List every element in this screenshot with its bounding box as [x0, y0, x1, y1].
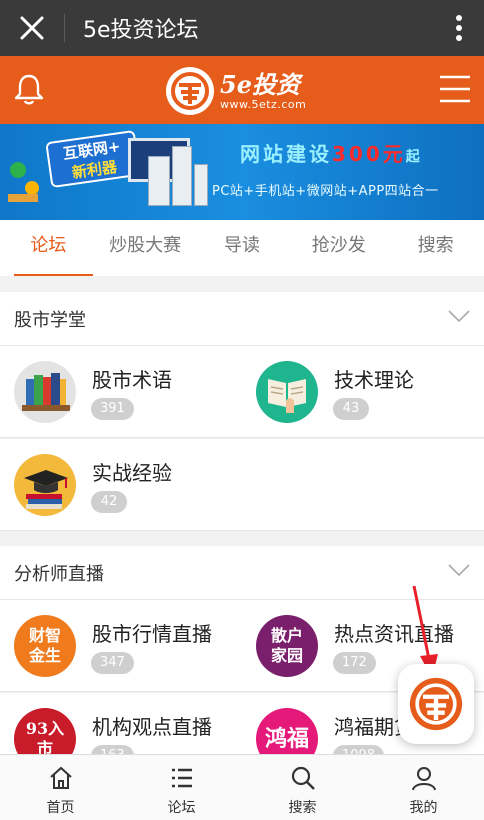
caizhi-logo-icon: 财智金生	[14, 615, 76, 677]
forum-name: 股市术语	[92, 368, 172, 392]
tab-bar: 论坛 炒股大赛 导读 抢沙发 搜索	[0, 220, 484, 276]
brand-name: 5e投资	[220, 69, 300, 99]
more-vertical-icon	[456, 15, 462, 41]
post-count-badge: 42	[91, 491, 127, 513]
forum-item-terms[interactable]: 股市术语 391	[0, 346, 242, 438]
forum-name: 技术理论	[334, 368, 414, 392]
site-logo[interactable]: 5e投资 www.5etz.com	[166, 66, 316, 116]
nav-label: 论坛	[167, 800, 196, 816]
nav-home[interactable]: 首页	[0, 755, 121, 820]
tab-search[interactable]: 搜索	[387, 220, 484, 276]
search-icon	[291, 766, 315, 790]
app-bar: 5e投资论坛	[0, 0, 484, 56]
bell-icon[interactable]	[12, 72, 46, 106]
nav-forum[interactable]: 论坛	[121, 755, 242, 820]
post-count-badge: 172	[333, 652, 376, 674]
section-title: 分析师直播	[14, 563, 104, 585]
nav-label: 首页	[46, 800, 75, 816]
building-illustration	[148, 156, 170, 206]
promo-banner[interactable]: 互联网+ 新利器 网站建设300元起 PC站+手机站+微网站+APP四站合一	[0, 124, 484, 220]
wechat-icon	[8, 162, 39, 202]
close-button[interactable]	[0, 0, 64, 56]
forum-item-market-live[interactable]: 财智金生 股市行情直播 347	[0, 600, 242, 692]
logo-mark	[166, 67, 214, 115]
brand-url: www.5etz.com	[220, 97, 307, 111]
chevron-down-icon	[448, 564, 470, 577]
forum-name: 股市行情直播	[92, 622, 212, 646]
nav-label: 搜索	[288, 800, 317, 816]
user-icon	[411, 767, 436, 791]
logo-coin-icon	[171, 72, 209, 110]
section-title: 股市学堂	[14, 309, 86, 331]
more-button[interactable]	[434, 0, 484, 56]
promo-badge: 互联网+ 新利器	[45, 129, 141, 189]
close-icon	[20, 16, 44, 40]
open-book-icon	[256, 361, 318, 423]
chevron-down-icon	[448, 310, 470, 323]
menu-icon[interactable]	[438, 74, 472, 104]
floating-logo-button[interactable]	[398, 664, 474, 744]
nav-search[interactable]: 搜索	[242, 755, 363, 820]
tab-stock-contest[interactable]: 炒股大赛	[97, 220, 194, 276]
forum-item-theory[interactable]: 技术理论 43	[242, 346, 484, 438]
post-count-badge: 43	[333, 398, 369, 420]
forum-name: 机构观点直播	[92, 715, 212, 739]
divider	[64, 14, 65, 42]
post-count-badge: 347	[91, 652, 134, 674]
site-header: 5e投资 www.5etz.com	[0, 56, 484, 124]
banner-subline: PC站+手机站+微网站+APP四站合一	[212, 184, 439, 199]
forum-item-experience[interactable]: 实战经验 42	[0, 439, 242, 531]
home-icon	[49, 766, 72, 789]
forum-name: 实战经验	[92, 461, 172, 485]
sanhu-logo-icon: 散户家园	[256, 615, 318, 677]
list-icon	[171, 768, 192, 788]
window-title: 5e投资论坛	[83, 18, 199, 43]
tab-guide[interactable]: 导读	[194, 220, 291, 276]
tab-first-reply[interactable]: 抢沙发	[290, 220, 387, 276]
graduation-cap-icon	[14, 454, 76, 516]
post-count-badge: 391	[91, 398, 134, 420]
bottom-nav: 首页 论坛 搜索 我的	[0, 754, 484, 820]
logo-coin-icon	[409, 677, 463, 731]
section-header-stock-school[interactable]: 股市学堂	[0, 292, 484, 346]
nav-label: 我的	[409, 800, 438, 816]
tab-forum[interactable]: 论坛	[0, 220, 97, 276]
books-icon	[14, 361, 76, 423]
building-illustration	[172, 146, 192, 206]
forum-row: 实战经验 42	[0, 439, 484, 531]
nav-me[interactable]: 我的	[363, 755, 484, 820]
forum-row: 股市术语 391 技术理论 43	[0, 346, 484, 438]
building-illustration	[194, 164, 208, 206]
banner-headline: 网站建设300元起	[240, 142, 423, 166]
